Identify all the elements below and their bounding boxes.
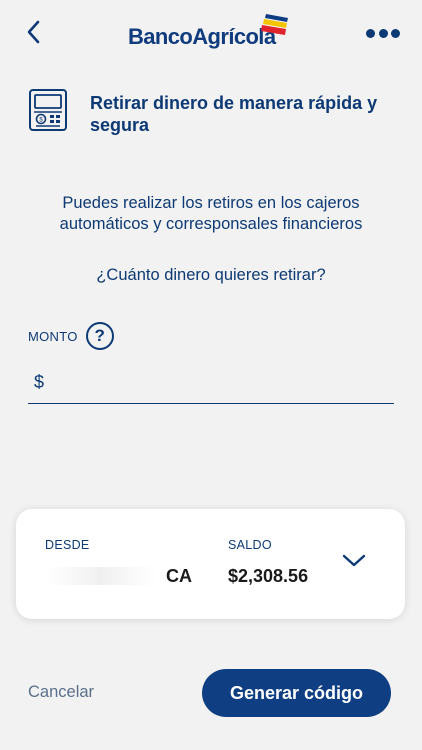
more-dot-icon: [378, 28, 388, 38]
currency-symbol: $: [34, 372, 45, 392]
more-dot-icon: [391, 28, 400, 38]
from-label: DESDE: [45, 538, 90, 552]
account-type: CA: [166, 566, 192, 586]
app-header: BancoAgrícola: [0, 0, 422, 66]
amount-question: ¿Cuánto dinero quieres retirar?: [96, 266, 326, 284]
chevron-left-icon: [27, 20, 40, 44]
logo-text: BancoAgrícola: [128, 24, 276, 49]
amount-label: MONTO: [28, 328, 78, 344]
masked-account-number: [46, 567, 156, 585]
atm-icon: $: [29, 89, 67, 131]
account-balance: $2,308.56: [228, 566, 309, 586]
cancel-button[interactable]: Cancelar: [28, 683, 94, 702]
back-button[interactable]: [22, 17, 48, 47]
balance-label: SALDO: [228, 538, 272, 552]
page-title: Retirar dinero de manera rápida y segura: [90, 93, 378, 135]
generate-code-button[interactable]: Generar código: [202, 669, 391, 717]
chevron-down-icon[interactable]: [340, 551, 368, 569]
feature-header: $ Retirar dinero de manera rápida y segu…: [28, 88, 398, 136]
bank-logo: BancoAgrícola: [128, 12, 288, 54]
info-text: Puedes realizar los retiros en los cajer…: [59, 194, 363, 233]
amount-label-row: MONTO ?: [28, 322, 114, 350]
more-dot-icon: [366, 28, 375, 38]
help-icon[interactable]: ?: [85, 322, 114, 350]
account-selector-card[interactable]: DESDE CA SALDO $2,308.56: [16, 509, 405, 619]
amount-input[interactable]: [52, 372, 353, 393]
amount-field[interactable]: $: [28, 362, 394, 404]
more-options-button[interactable]: [366, 26, 400, 40]
logo-flag-icon: [261, 14, 288, 35]
